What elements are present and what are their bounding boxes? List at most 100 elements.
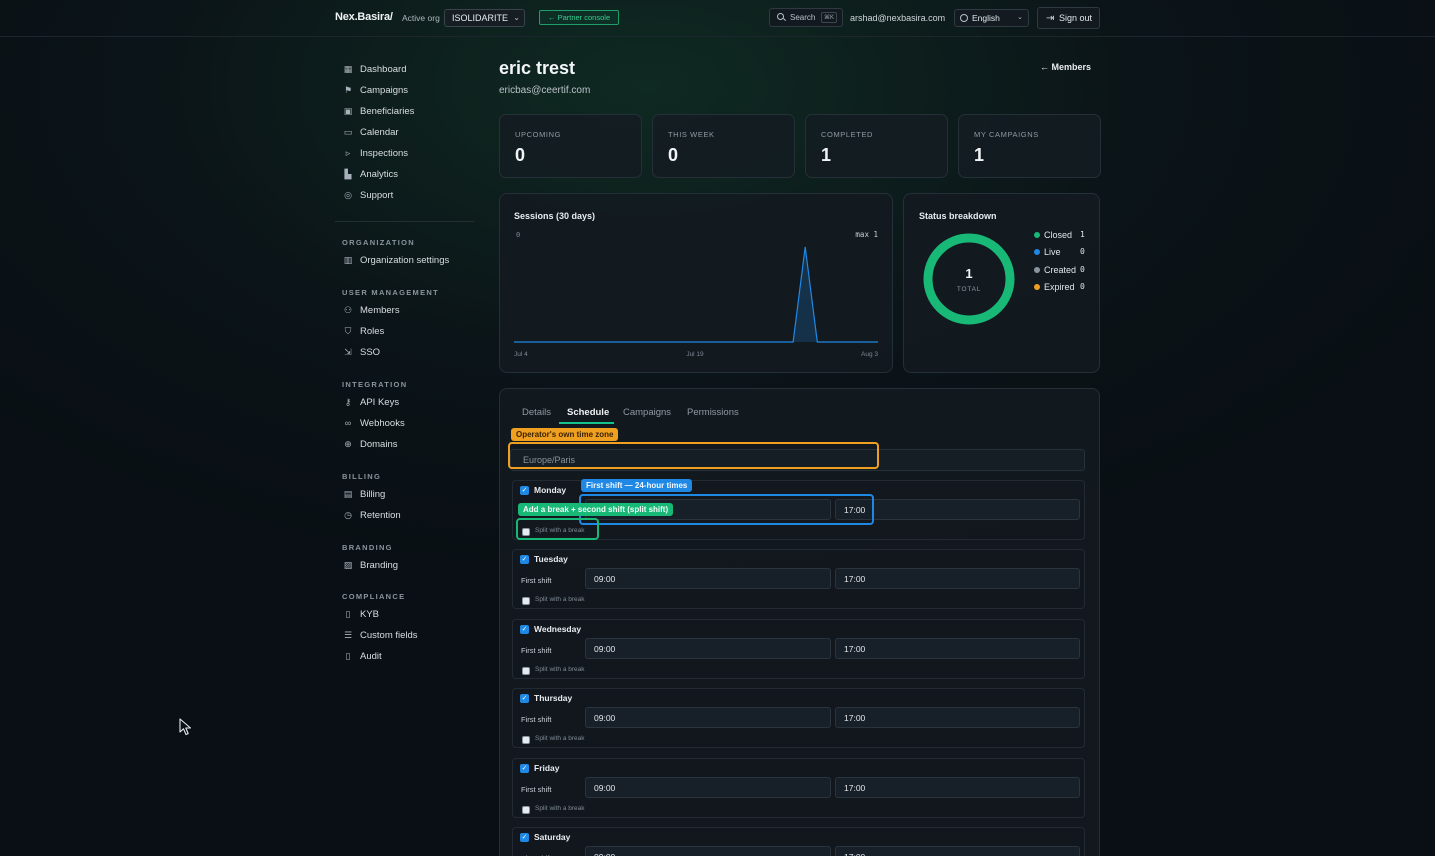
shift-end-input[interactable]: 17:00 <box>835 638 1080 659</box>
sidebar-item-billing[interactable]: ▤ Billing <box>335 486 475 504</box>
split-break-label: Split with a break <box>535 527 585 534</box>
sidebar-item-calendar[interactable]: ▭ Calendar <box>335 124 475 142</box>
sidebar-item-roles[interactable]: ⛉ Roles <box>335 323 475 341</box>
donut-total-label: TOTAL <box>957 286 981 293</box>
shift-start-input[interactable]: 09:00 <box>585 707 831 728</box>
day-name: Wednesday <box>534 624 582 634</box>
stat-card-this-week: THIS WEEK 0 <box>652 114 795 178</box>
stat-value: 0 <box>668 145 679 165</box>
language-value: English <box>972 13 1000 23</box>
sessions-line <box>514 246 878 343</box>
sidebar-item-label: Audit <box>360 651 382 662</box>
shift-start-input[interactable]: 09:00 <box>585 777 831 798</box>
shift-start-input[interactable]: 09:00 <box>585 638 831 659</box>
day-name: Monday <box>534 485 567 495</box>
day-enabled-checkbox[interactable]: ✓ <box>520 625 529 634</box>
day-enabled-checkbox[interactable]: ✓ <box>520 694 529 703</box>
file-check-icon: ▯ <box>345 609 351 619</box>
tab-permissions[interactable]: Permissions <box>687 407 739 418</box>
shift-end-input[interactable]: 17:00 <box>835 846 1080 856</box>
top-bar: Nex.Basira/ Active org ISOLIDARITE ⌄ ← P… <box>0 0 1435 37</box>
split-break-checkbox[interactable] <box>522 667 530 675</box>
sidebar-item-retention[interactable]: ◷ Retention <box>335 507 475 525</box>
back-to-members-link[interactable]: ← Members <box>1040 62 1091 72</box>
card-icon: ▤ <box>343 489 353 499</box>
sidebar-item-custom-fields[interactable]: ☰ Custom fields <box>335 627 475 645</box>
split-break-checkbox[interactable] <box>522 597 530 605</box>
sidebar-divider <box>335 221 474 222</box>
shift-end-input[interactable]: 17:00 <box>835 707 1080 728</box>
sidebar-section-branding: BRANDING <box>342 543 393 552</box>
sidebar-item-beneficiaries[interactable]: ▣ Beneficiaries <box>335 103 475 121</box>
sidebar-item-members[interactable]: ⚇ Members <box>335 302 475 320</box>
day-enabled-checkbox[interactable]: ✓ <box>520 833 529 842</box>
tab-campaigns[interactable]: Campaigns <box>623 407 671 418</box>
search-button[interactable]: Search ⌘K <box>769 8 843 27</box>
split-break-label: Split with a break <box>535 596 585 603</box>
sidebar-item-label: Organization settings <box>360 255 450 266</box>
page-title: eric trest <box>499 58 576 78</box>
day-row-tuesday: ✓ Tuesday First shift 09:00 17:00 Split with … <box>512 549 1085 609</box>
login-icon: ⇲ <box>344 347 352 357</box>
legend-value: 0 <box>1080 265 1085 274</box>
sidebar-item-webhooks[interactable]: ∞ Webhooks <box>335 415 475 433</box>
sign-out-label: Sign out <box>1059 13 1093 23</box>
stat-label: THIS WEEK <box>668 130 715 139</box>
legend-label: Closed <box>1044 230 1073 240</box>
search-shortcut: ⌘K <box>821 12 838 23</box>
sidebar-item-audit[interactable]: ▯ Audit <box>335 648 475 666</box>
language-select[interactable]: English ⌄ <box>954 9 1029 27</box>
sidebar-item-label: Members <box>360 305 400 316</box>
split-break-checkbox[interactable] <box>522 736 530 744</box>
day-row-saturday: ✓SaturdayFirst shift09:0017:00Split with… <box>512 827 1085 856</box>
tab-details[interactable]: Details <box>522 407 551 418</box>
sidebar-item-domains[interactable]: ⊕ Domains <box>335 436 475 454</box>
stat-card-completed: COMPLETED 1 <box>805 114 948 178</box>
split-break-checkbox[interactable] <box>522 528 530 536</box>
split-break-checkbox[interactable] <box>522 806 530 814</box>
sign-out-button[interactable]: ⇥ Sign out <box>1037 7 1100 29</box>
sidebar-item-label: Retention <box>360 510 401 521</box>
sidebar-item-sso[interactable]: ⇲ SSO <box>335 344 475 362</box>
tab-schedule[interactable]: Schedule <box>567 407 609 418</box>
split-break-label: Split with a break <box>535 735 585 742</box>
shift-start-input[interactable]: 09:00 <box>585 568 831 589</box>
day-row-wednesday: ✓ Wednesday First shift 09:00 17:00 Split wit… <box>512 619 1085 679</box>
sidebar-section-compliance: COMPLIANCE <box>342 592 406 601</box>
day-enabled-checkbox[interactable]: ✓ <box>520 486 529 495</box>
x-tick-label: Aug 3 <box>861 351 878 358</box>
shift-end-input[interactable]: 17:00 <box>835 568 1080 589</box>
timezone-input[interactable]: Europe/Paris <box>510 449 1085 471</box>
sessions-chart-panel: Sessions (30 days) 0 max 1 Jul 4 Jul 19 … <box>499 193 893 373</box>
users-icon: ⚇ <box>343 305 353 315</box>
shift-start-input[interactable]: 09:00 <box>585 846 831 856</box>
org-select[interactable]: ISOLIDARITE ⌄ <box>444 9 525 27</box>
sidebar-section-integration: INTEGRATION <box>342 380 408 389</box>
day-enabled-checkbox[interactable]: ✓ <box>520 764 529 773</box>
shift-end-input[interactable]: 17:00 <box>835 777 1080 798</box>
sidebar-item-branding[interactable]: ▨ Branding <box>335 557 475 575</box>
stat-value: 1 <box>974 145 985 165</box>
profile-email: ericbas@ceertif.com <box>499 85 591 96</box>
day-enabled-checkbox[interactable]: ✓ <box>520 555 529 564</box>
flag-icon: ⚑ <box>343 85 353 95</box>
sidebar-item-kyb[interactable]: ▯ KYB <box>335 606 475 624</box>
day-name: Thursday <box>534 693 573 703</box>
sidebar-item-api-keys[interactable]: ⚷ API Keys <box>335 394 475 412</box>
sidebar-item-organization-settings[interactable]: ▥ Organization settings <box>335 252 475 270</box>
brand-logo[interactable]: Nex.Basira/ <box>335 11 393 23</box>
globe-icon: ⊕ <box>344 439 352 449</box>
sidebar-item-label: Beneficiaries <box>360 106 415 117</box>
timezone-tooltip: Operator's own time zone <box>511 428 619 441</box>
sidebar-item-label: Dashboard <box>360 64 407 75</box>
split-break-label: Split with a break <box>535 805 585 812</box>
sidebar-item-inspections[interactable]: ▹ Inspections <box>335 145 475 163</box>
search-label: Search <box>790 13 816 22</box>
sidebar-item-campaigns[interactable]: ⚑ Campaigns <box>335 82 475 100</box>
partner-console-button[interactable]: ← Partner console <box>539 10 619 25</box>
sidebar-item-dashboard[interactable]: ▦ Dashboard <box>335 61 475 79</box>
bar-chart-icon: ▙ <box>344 169 352 179</box>
shift-end-input[interactable]: 17:00 <box>835 499 1080 520</box>
sidebar-item-support[interactable]: ◎ Support <box>335 187 475 205</box>
sidebar-item-analytics[interactable]: ▙ Analytics <box>335 166 475 184</box>
